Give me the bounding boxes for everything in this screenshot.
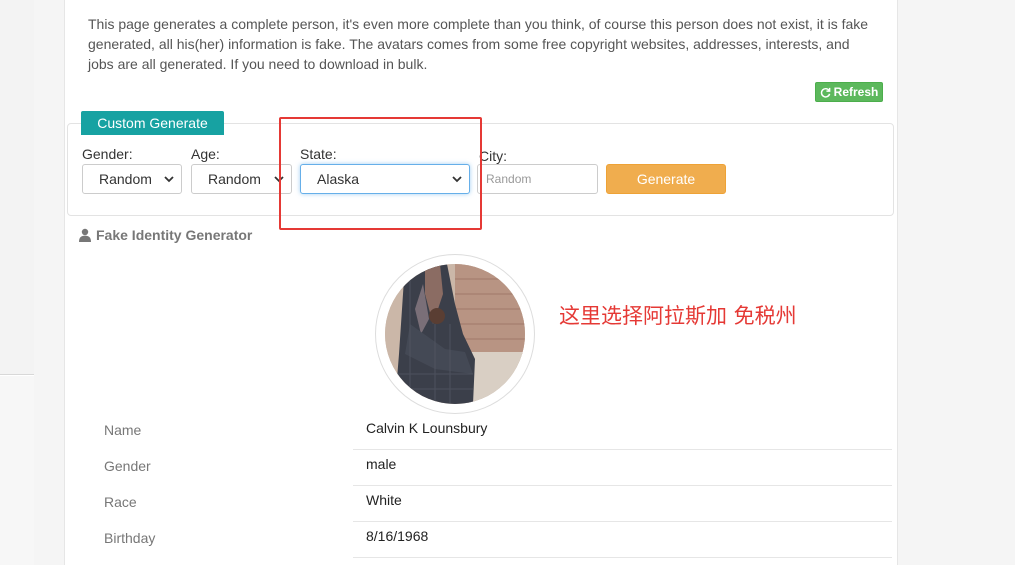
refresh-icon [820,87,831,98]
gender-label: Gender: [82,146,133,162]
state-label: State: [300,146,337,162]
page-background-left [34,0,64,565]
info-row-race: Race White [80,486,892,522]
age-select-value: Random [208,171,261,187]
gender-select-value: Random [99,171,152,187]
chevron-down-icon [164,176,174,183]
intro-text: This page generates a complete person, i… [88,16,869,72]
chevron-down-icon [452,176,462,183]
annotation-text: 这里选择阿拉斯加 免税州 [559,304,797,328]
info-key: Race [104,494,137,510]
info-key: Gender [104,458,151,474]
page-background-right [898,0,1015,565]
user-icon [79,228,91,242]
refresh-label: Refresh [833,85,879,99]
refresh-button[interactable]: Refresh [815,82,883,102]
tab-custom-generate[interactable]: Custom Generate [81,111,224,135]
age-label: Age: [191,146,220,162]
state-select-value: Alaska [317,171,360,187]
left-gutter-lower [0,376,34,565]
chevron-down-icon [274,176,284,183]
info-row-gender: Gender male [80,450,892,486]
section-title-text: Fake Identity Generator [96,227,253,243]
info-value: White [366,492,402,508]
city-input-placeholder: Random [486,172,532,186]
city-input[interactable]: Random [477,164,598,194]
gender-select[interactable]: Random [82,164,182,194]
info-value: 8/16/1968 [366,528,429,544]
age-select[interactable]: Random [191,164,292,194]
generate-button[interactable]: Generate [606,164,726,194]
section-title: Fake Identity Generator [78,227,252,243]
info-row-birthday: Birthday 8/16/1968 [80,522,892,558]
info-value: male [366,456,397,472]
avatar [385,264,525,404]
left-gutter [0,0,34,375]
city-label: City: [479,148,507,164]
info-key: Name [104,422,142,438]
info-row-name: Name Calvin K Lounsbury [80,414,892,450]
info-value: Calvin K Lounsbury [366,420,488,436]
state-select[interactable]: Alaska [300,164,470,194]
row-divider [353,557,892,558]
info-key: Birthday [104,530,156,546]
